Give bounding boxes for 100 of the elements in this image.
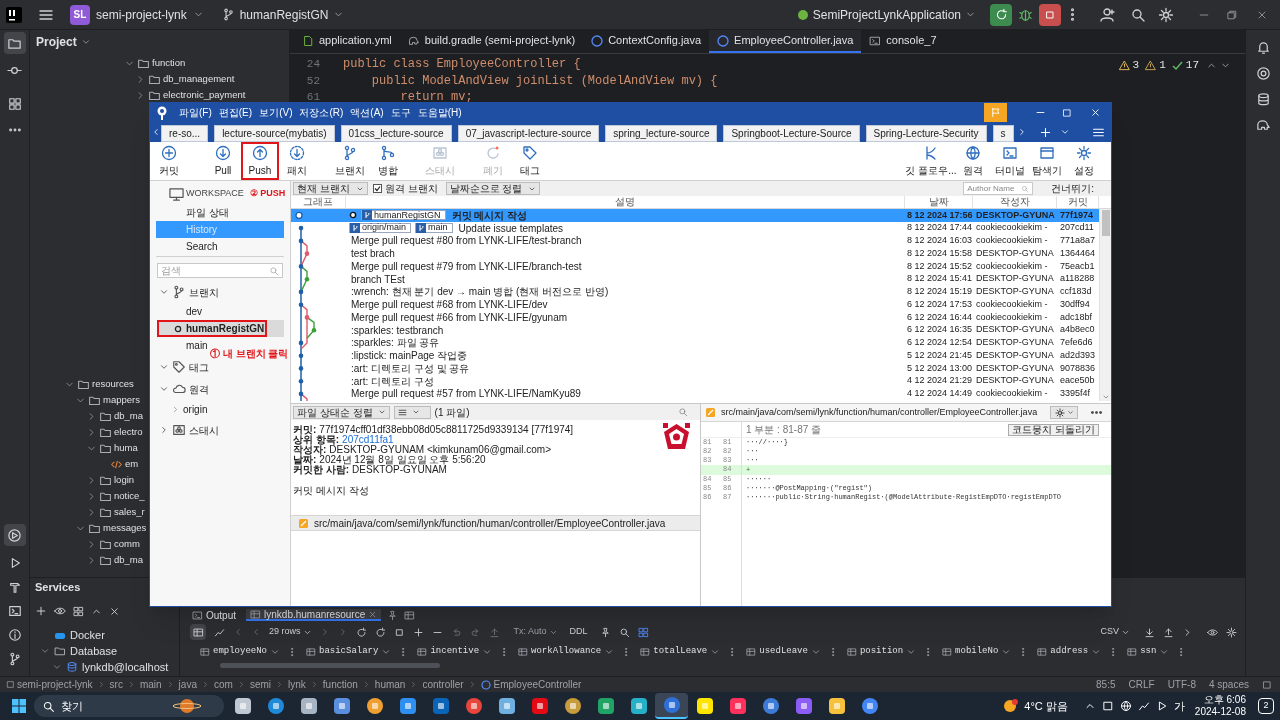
input-method-indicator[interactable]: 가 — [1173, 697, 1185, 715]
transaction-mode-dropdown[interactable]: Tx: Auto — [513, 625, 558, 639]
repository-tab[interactable]: s — [992, 125, 1014, 142]
sidebar-group-label[interactable]: 원격 — [189, 381, 209, 397]
toolbar-button[interactable]: Push — [241, 142, 279, 180]
breadcrumb-item[interactable]: java — [178, 677, 197, 692]
column-header[interactable]: address — [1037, 645, 1128, 659]
file-list-item[interactable]: src/main/java/com/semi/lynk/function/human/controller/EmployeeController.java — [291, 515, 700, 531]
tree-item[interactable]: mappers — [103, 392, 140, 408]
tree-item[interactable]: function — [152, 55, 186, 71]
breadcrumb-item[interactable]: controller — [422, 677, 464, 692]
column-header[interactable]: employeeNo — [200, 645, 306, 659]
toolbar-button[interactable]: 커밋 — [151, 142, 187, 180]
commit-row[interactable]: :art: 디렉토리 구성 4 12 2024 21:29 DESKTOP-GYUNA eace50b — [291, 374, 1099, 388]
status-item[interactable]: CRLF — [1128, 677, 1155, 692]
repository-tab[interactable]: spring_lecture-source — [605, 125, 718, 142]
menu-item[interactable]: 액션(A) — [350, 105, 384, 120]
toolbar-button[interactable]: 원격 — [955, 142, 991, 180]
project-selector[interactable]: SL semi-project-lynk — [66, 3, 208, 26]
sidebar-group-label[interactable]: 스태시 — [189, 422, 219, 438]
column-header[interactable]: 그래프 — [291, 196, 346, 208]
toolbar-button[interactable]: Pull — [205, 142, 241, 180]
toolbar-button[interactable]: 브랜치 — [332, 142, 368, 180]
repository-tab[interactable]: 07_javascript-lecture-source — [457, 125, 600, 142]
tree-item[interactable]: electro — [114, 424, 143, 440]
clock-date[interactable]: 2024-12-08 — [1194, 706, 1246, 718]
clock-time[interactable]: 오후 6:06 — [1203, 694, 1246, 706]
editor-tab[interactable]: EmployeeController.java — [709, 30, 862, 53]
sidebar-item[interactable]: 파일 상태 — [156, 204, 284, 221]
results-tab[interactable]: Output — [188, 609, 241, 621]
menu-item[interactable]: 보기(V) — [259, 105, 293, 120]
editor-tab[interactable]: ContextConfig.java — [583, 30, 710, 53]
commit-row[interactable]: humanRegistGN 커밋 메시지 작성 8 12 2024 17:56 DESKTOP-GYUNA 77f1974 — [291, 209, 1099, 222]
column-header[interactable]: totalLeave — [640, 645, 747, 659]
tree-item[interactable]: huma — [114, 440, 138, 456]
toolbar-button[interactable]: 패치 — [279, 142, 315, 180]
tree-item[interactable]: resources — [92, 376, 134, 392]
notification-count-badge[interactable]: 2 — [1258, 698, 1274, 714]
tree-item[interactable]: Database — [70, 642, 118, 660]
column-header[interactable]: 날짜 — [905, 196, 973, 208]
repository-tab[interactable]: lecture-source(mybatis) — [214, 125, 335, 142]
tree-item[interactable]: em — [125, 456, 139, 472]
commit-row[interactable]: test brach 8 12 2024 15:58 DESKTOP-GYUNA 1364464 — [291, 247, 1099, 260]
tree-item[interactable]: electronic_payment — [163, 87, 246, 103]
status-item[interactable]: 4 spaces — [1208, 677, 1249, 692]
menu-item[interactable]: 저장소(R) — [299, 105, 344, 120]
typo-count[interactable]: 17 — [1185, 57, 1199, 74]
results-tab[interactable]: lynkdb.humanresource — [246, 609, 382, 621]
commit-row[interactable]: :lipstick: mainPage 작업중 5 12 2024 21:45 DESKTOP-GYUNA ad2d393 — [291, 349, 1099, 362]
sidebar-item[interactable]: Search — [156, 238, 284, 255]
parent-commit-link[interactable]: 207cd11fa1 — [342, 435, 394, 445]
breadcrumb-item[interactable]: EmployeeController — [493, 677, 582, 692]
warning-count[interactable]: 3 — [1132, 57, 1140, 74]
commit-row[interactable]: :art: 디렉토리 구성 및 공유 5 12 2024 13:00 DESKTOP-GYUNA 9078836 — [291, 362, 1099, 375]
tree-item[interactable]: notice_ — [114, 488, 145, 504]
column-header[interactable]: incentive — [417, 645, 519, 659]
tree-item[interactable]: login — [114, 472, 135, 488]
revert-hunk-button[interactable]: 코드뭉치 되돌리기 — [1008, 423, 1099, 436]
tree-item[interactable]: db_management — [163, 71, 235, 87]
breadcrumb-item[interactable]: lynk — [288, 677, 306, 692]
column-header[interactable]: 작성자 — [973, 196, 1057, 208]
commit-row[interactable]: Merge pull request #80 from LYNK-LIFE/test-branch 8 12 2024 16:03 cookiecookiekim - 771a8a7 — [291, 234, 1099, 248]
commit-row[interactable]: :sparkles: 파일 공유 6 12 2024 12:54 DESKTOP-GYUNA 7efe6d6 — [291, 336, 1099, 350]
breadcrumb-item[interactable]: semi — [249, 677, 271, 692]
breadcrumb-item[interactable]: main — [139, 677, 162, 692]
menu-item[interactable]: 도구 — [390, 105, 411, 120]
ddl-button[interactable]: DDL — [569, 625, 588, 639]
tree-item[interactable]: lynkdb@localhost — [82, 658, 169, 676]
column-header[interactable]: basicSalary — [306, 645, 418, 659]
file-sort-dropdown[interactable]: 파일 상태순 정렬 — [293, 405, 390, 419]
column-header[interactable]: ssn — [1127, 645, 1196, 659]
menu-item[interactable]: 편집(E) — [218, 105, 253, 120]
remote-item[interactable]: origin — [183, 401, 208, 417]
branch-item[interactable]: main — [157, 337, 211, 354]
commit-row[interactable]: Merge pull request #66 from LYNK-LIFE/gyunam 6 12 2024 16:44 cookiecookiekim - adc18bf — [291, 311, 1099, 324]
taskbar-search-field[interactable]: 찾기 — [34, 695, 224, 717]
commit-row[interactable]: Merge pull request #68 from LYNK-LIFE/dev 6 12 2024 17:53 cookiecookiekim - 30dff94 — [291, 298, 1099, 311]
sidebar-group-label[interactable]: 브랜치 — [189, 284, 219, 300]
column-header[interactable]: workAllowance — [518, 645, 641, 659]
toolbar-button[interactable]: 깃 플로우... — [908, 142, 954, 180]
breadcrumb-item[interactable]: semi-project-lynk — [17, 677, 93, 692]
column-header[interactable]: position — [846, 645, 943, 659]
repository-tab[interactable]: Springboot-Lecture-Source — [723, 125, 860, 142]
repository-tab[interactable]: 01css_lecture-source — [340, 125, 452, 142]
tree-item[interactable]: db_ma — [114, 408, 144, 424]
column-header[interactable]: 설명 — [346, 196, 905, 208]
toolbar-button[interactable]: 병합 — [370, 142, 406, 180]
toolbar-button[interactable]: 탐색기 — [1029, 142, 1065, 180]
toolbar-button[interactable]: 설정 — [1066, 142, 1102, 180]
repository-tab[interactable]: re-so... — [161, 125, 209, 142]
author-search-field[interactable]: Author Name — [963, 182, 1034, 195]
status-item[interactable]: 85:5 — [1096, 677, 1116, 692]
commit-row[interactable]: :sparkles: testbranch 6 12 2024 16:35 DESKTOP-GYUNA a4b8ec0 — [291, 323, 1099, 337]
commit-row[interactable]: branch TEst 8 12 2024 15:41 DESKTOP-GYUNA a118288 — [291, 272, 1099, 286]
run-configuration-selector[interactable]: SemiProjectLynkApplication — [796, 5, 976, 24]
column-header[interactable]: 커밋 — [1057, 196, 1099, 208]
repository-tab[interactable]: Spring-Lecture-Security — [865, 125, 987, 142]
breadcrumb-item[interactable]: src — [109, 677, 123, 692]
menu-item[interactable]: 도움말(H) — [417, 105, 462, 120]
editor-tab[interactable]: build.gradle (semi-project-lynk) — [399, 30, 584, 53]
